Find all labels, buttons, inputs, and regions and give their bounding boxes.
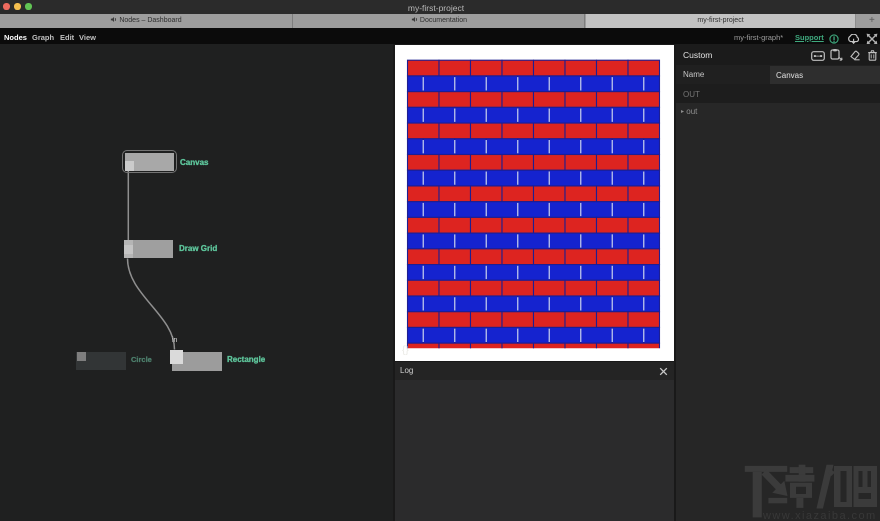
svg-text:{}: {} bbox=[402, 345, 409, 356]
svg-text:www.xiazaiba.com: www.xiazaiba.com bbox=[762, 510, 876, 521]
